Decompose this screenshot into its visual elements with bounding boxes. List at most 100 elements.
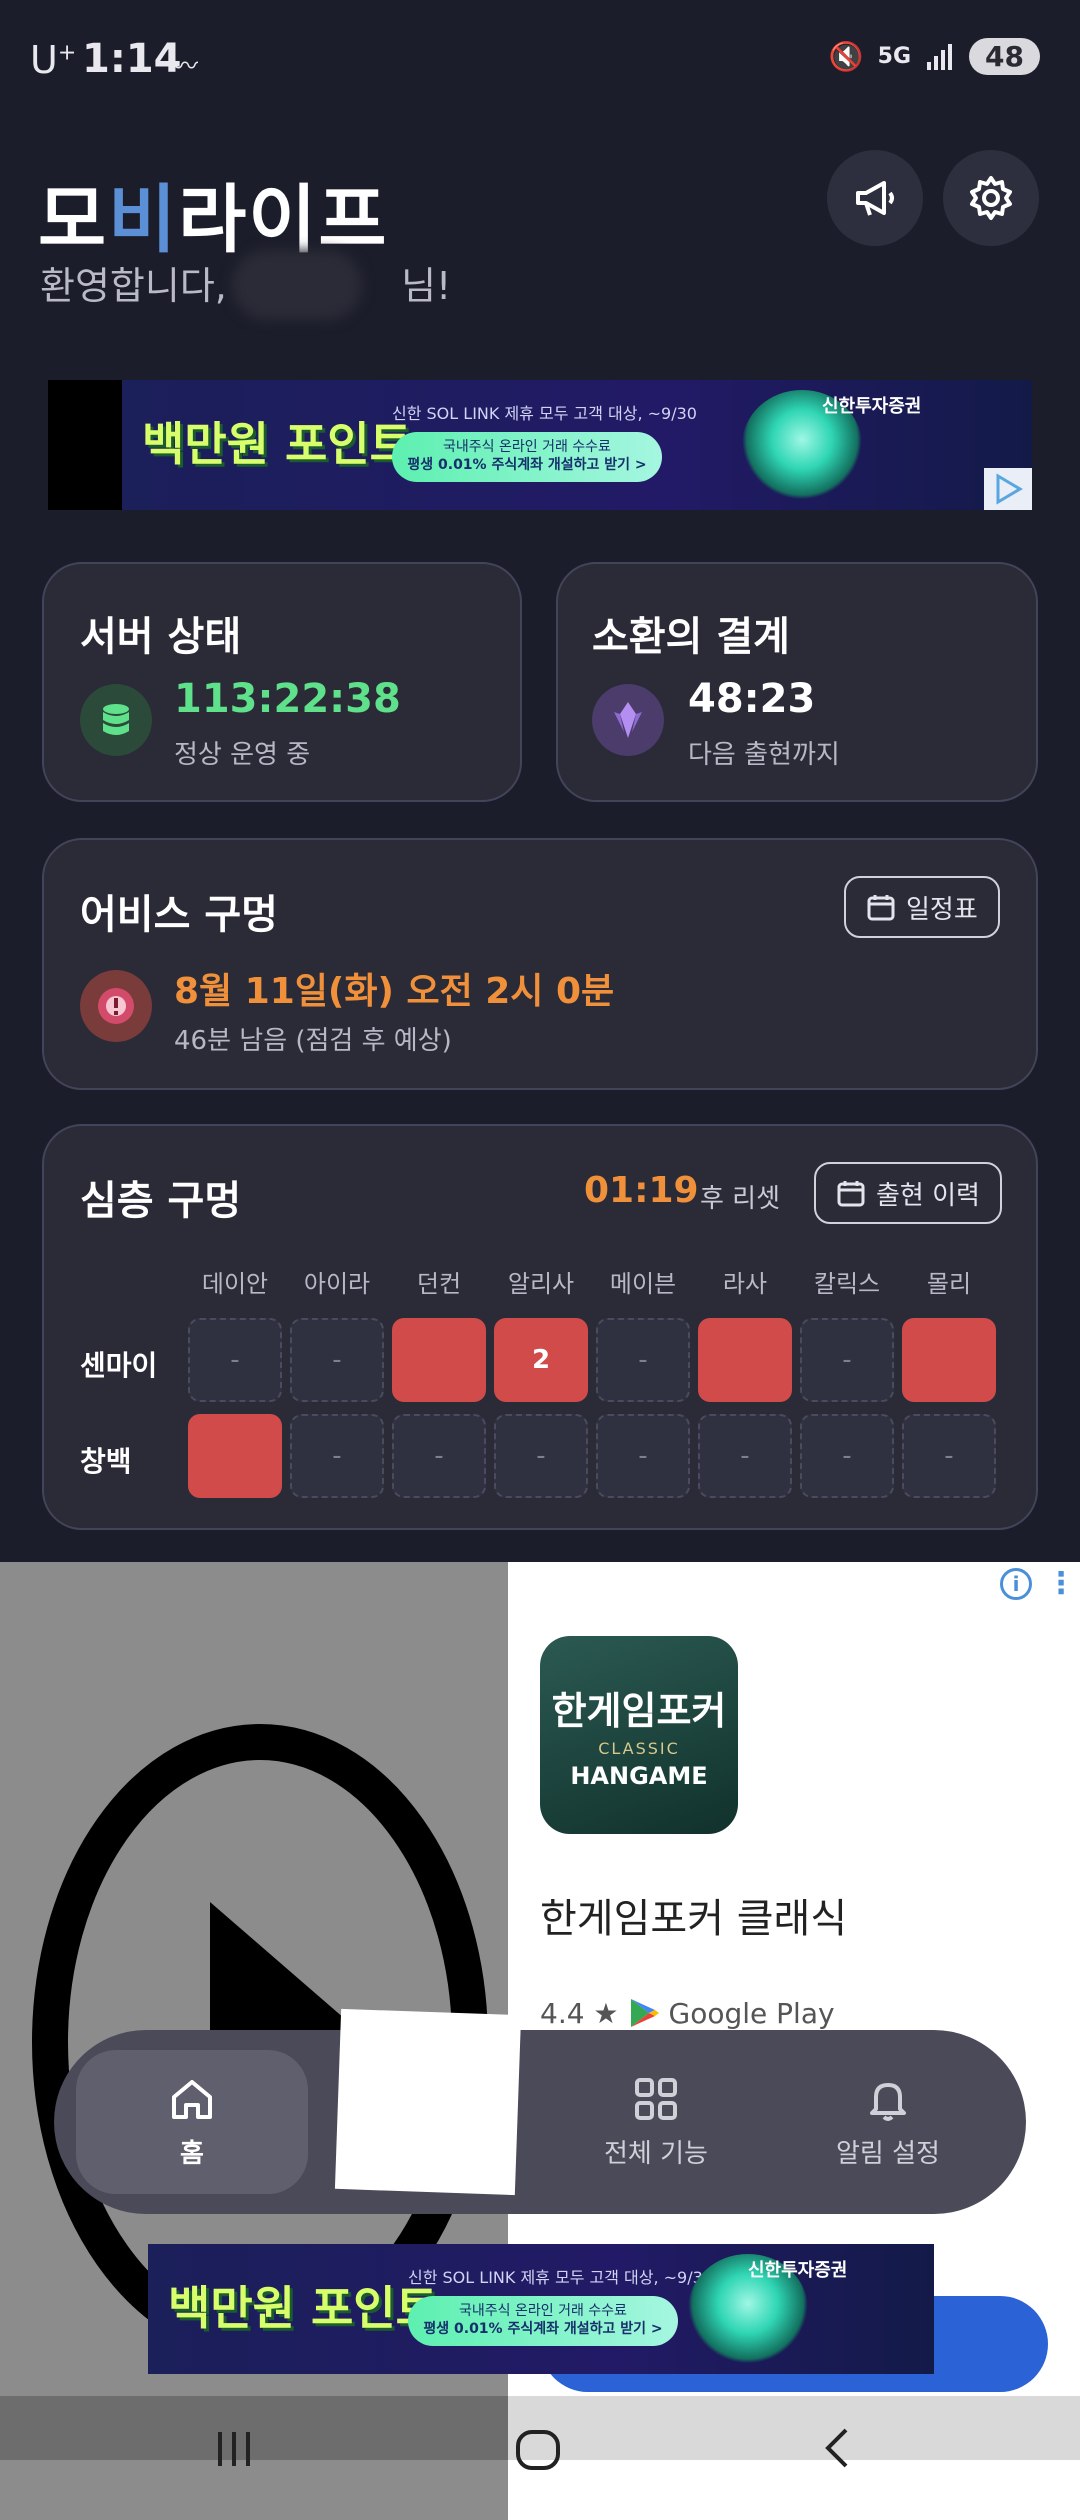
grid-cell: - [290,1414,384,1498]
grid-cell: - [188,1318,282,1402]
gear-icon [970,176,1012,220]
deep-hole-card: 심층 구멍 01:19 후 리셋 출현 이력 데이안 아이라 던컨 알리사 메이… [42,1124,1038,1530]
ad-rating: 4.4 ★ Google Play [540,1996,835,2030]
status-time: 1:14 [82,36,182,82]
calendar-grid-icon [837,1181,865,1207]
grid-cell: - [800,1318,894,1402]
signal-icon [927,43,953,70]
reset-label: 후 리셋 [700,1184,781,1214]
ad-cta-pill: 국내주식 온라인 거래 수수료 평생 0.01% 주식계좌 개설하고 받기 > [408,2296,678,2346]
status-bar: U+ 1:14 〰 🔇 5G 48 [0,0,1080,120]
home-system-icon[interactable] [512,2424,564,2488]
history-button-label: 출현 이력 [876,1180,980,1211]
grid-cell: - [392,1414,486,1498]
app-icon: 한게임포커 CLASSIC HANGAME [540,1636,738,1834]
ad-headline: 백만원 포인트 [168,2281,438,2335]
adchoices-icon[interactable] [984,468,1032,510]
crystal-icon [592,684,664,756]
abyss-next-time: 8월 11일(화) 오전 2시 0분 [174,971,615,1012]
app-icon-title: 한게임포커 [551,1689,727,1733]
portal-icon [80,970,152,1042]
overlay-patch [334,2008,522,2196]
store-name: Google Play [668,1996,835,2030]
deep-hole-timer: 01:19 [584,1170,699,1211]
ad-info-icon[interactable]: i [1000,1568,1032,1600]
banner-ad[interactable]: 백만원 포인트 신한 SOL LINK 제휴 모두 고객 대상, ~9/30 국… [48,380,1032,510]
back-icon[interactable] [814,2424,862,2484]
summon-countdown: 48:23 [688,676,816,722]
history-button[interactable]: 출현 이력 [814,1162,1002,1224]
grid-cell: - [494,1414,588,1498]
column-header: 라사 [722,1270,768,1298]
redacted-username [232,250,362,320]
app-icon-brand: HANGAME [570,1762,708,1790]
nav-all-features-label: 전체 기능 [604,2138,708,2169]
calendar-icon [867,895,895,921]
announcement-button[interactable] [827,150,923,246]
column-header: 아이라 [303,1270,371,1298]
abyss-remaining: 46분 남음 (점검 후 예상) [174,1026,452,1056]
server-status-text: 정상 운영 중 [174,740,311,770]
ad-cta-pill: 국내주식 온라인 거래 수수료 평생 0.01% 주식계좌 개설하고 받기 > [392,432,662,482]
ad-pill-line1: 국내주식 온라인 거래 수수료 [459,2303,627,2319]
grid-cell-active [698,1318,792,1402]
nav-alert-settings-label: 알림 설정 [836,2138,940,2169]
ad-subtext: 신한 SOL LINK 제휴 모두 고객 대상, ~9/30 [408,2268,713,2287]
summon-sub-text: 다음 출현까지 [688,740,840,770]
bell-icon [870,2082,906,2121]
settings-button[interactable] [943,150,1039,246]
ad-brand: 신한투자증권 [822,396,922,417]
banner-ad-content: 백만원 포인트 신한 SOL LINK 제휴 모두 고객 대상, ~9/30 국… [122,380,1032,510]
recent-apps-icon[interactable] [210,2424,258,2484]
mute-icon: 🔇 [828,40,864,73]
ad-pill-line2: 평생 0.01% 주식계좌 개설하고 받기 > [407,457,647,473]
grid-cell-active [188,1414,282,1498]
row-label: 센마이 [80,1349,158,1382]
status-icons: 🔇 5G 48 [829,38,1040,75]
nav-alert-settings[interactable]: 알림 설정 [772,2050,1004,2194]
ad-headline: 백만원 포인트 [142,417,412,471]
nav-all-features[interactable]: 전체 기능 [540,2050,772,2194]
ad-more-icon[interactable]: ⋮ [1046,1566,1076,1601]
grid-cell: - [290,1318,384,1402]
column-header: 칼릭스 [813,1270,881,1298]
grid-icon [635,2077,677,2120]
system-nav-bg-right [508,2396,1080,2460]
server-status-card[interactable]: 서버 상태 113:22:38 정상 운영 중 [42,562,522,802]
grid-cell-active [392,1318,486,1402]
summon-barrier-card[interactable]: 소환의 결계 48:23 다음 출현까지 [556,562,1038,802]
home-icon [172,2079,212,2119]
banner-ad-bottom[interactable]: 백만원 포인트 신한 SOL LINK 제휴 모두 고객 대상, ~9/30 국… [148,2244,934,2374]
grid-cell: - [800,1414,894,1498]
abyss-hole-card[interactable]: 어비스 구멍 일정표 8월 11일(화) 오전 2시 0분 46분 남음 (점검… [42,838,1038,1090]
app-icon-classic: CLASSIC [598,1739,680,1758]
summon-barrier-title: 소환의 결계 [592,614,790,660]
schedule-button[interactable]: 일정표 [844,876,1000,938]
schedule-button-label: 일정표 [906,894,978,925]
ad-brand: 신한투자증권 [748,2260,848,2281]
column-header: 몰리 [926,1270,972,1298]
megaphone-icon [856,181,894,216]
column-header: 메이븐 [609,1270,677,1298]
deep-hole-title: 심층 구멍 [80,1178,242,1224]
grid-cell: - [596,1318,690,1402]
carrier-label: U+ [30,38,77,82]
network-label: 5G [877,44,912,69]
nav-home-label: 홈 [180,2138,204,2169]
nav-home[interactable]: 홈 [76,2050,308,2194]
ad-subtext: 신한 SOL LINK 제휴 모두 고객 대상, ~9/30 [392,404,697,423]
row-label: 창백 [80,1445,132,1478]
server-uptime: 113:22:38 [174,676,401,722]
column-header: 던컨 [416,1270,462,1298]
column-header: 데이안 [201,1270,269,1298]
google-play-icon [630,1999,659,2027]
battery-indicator: 48 [969,38,1040,75]
column-header: 알리사 [507,1270,575,1298]
ad-app-name: 한게임포커 클래식 [540,1896,848,1942]
grid-cell: - [698,1414,792,1498]
grid-cell-active [902,1318,996,1402]
ad-pill-line2: 평생 0.01% 주식계좌 개설하고 받기 > [423,2321,663,2337]
wave-icon: 〰 [172,52,199,82]
grid-cell: - [596,1414,690,1498]
abyss-hole-title: 어비스 구멍 [80,892,278,938]
